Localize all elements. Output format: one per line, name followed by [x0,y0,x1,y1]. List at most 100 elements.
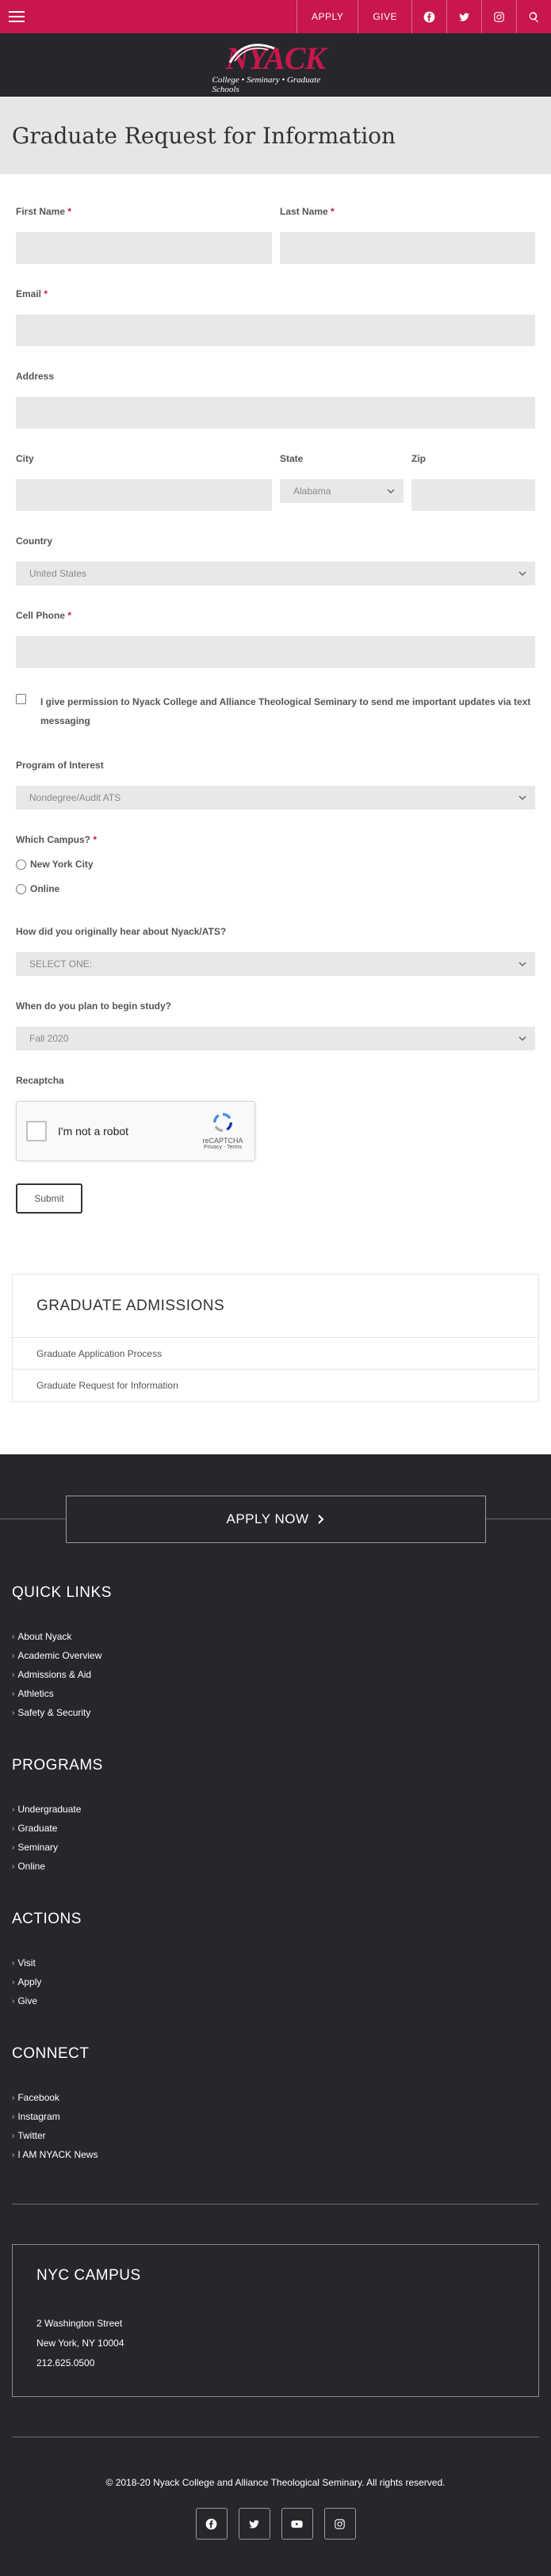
email-label: Email * [16,288,48,299]
city-input[interactable] [16,479,272,511]
campus-phone[interactable]: 212.625.0500 [36,2353,515,2372]
footer-programs: PROGRAMS › Undergraduate › Graduate › Semin… [0,1757,551,1876]
radio-button[interactable] [16,883,26,894]
nyack-logo[interactable]: NYACK College • Seminary • Graduate Scho… [212,37,339,94]
email-input[interactable] [16,314,535,346]
footer-link[interactable]: › Seminary [12,1838,539,1857]
quick-links-title: QUICK LINKS [12,1584,112,1601]
footer-link[interactable]: › Academic Overview [12,1646,539,1665]
begin-select[interactable]: Fall 2020 [16,1027,535,1050]
facebook-icon[interactable] [411,0,446,33]
address-input[interactable] [16,397,535,429]
program-label: Program of Interest [16,760,104,771]
country-value: United States [29,568,87,579]
footer-link[interactable]: › Undergraduate [12,1800,539,1819]
search-icon[interactable] [516,0,551,33]
required-mark: * [331,206,335,217]
sms-consent-checkbox[interactable] [16,694,26,704]
request-form: First Name * Last Name * Email * Address… [0,174,551,1214]
footer-link[interactable]: › Athletics [12,1684,539,1703]
chevron-down-icon [518,1036,526,1042]
country-field-group: Country United States [16,535,535,585]
footer-connect: CONNECT › Facebook › Instagram › Twitter › I… [0,2045,551,2164]
instagram-icon[interactable] [323,2508,356,2540]
footer-link[interactable]: › I AM NYACK News [12,2145,539,2164]
campus-option-label: Online [30,883,60,894]
title-band: Graduate Request for Information [0,97,551,174]
campus-option-online[interactable]: Online [16,881,535,897]
footer-link[interactable]: › Safety & Security [12,1703,539,1722]
copyright-text: © 2018-20 Nyack College and Alliance The… [105,2477,446,2488]
recaptcha-text: I'm not a robot [58,1125,129,1137]
campus-label: Which Campus? * [16,834,98,845]
page-title: Graduate Request for Information [12,122,396,149]
recaptcha-checkbox[interactable] [26,1121,47,1141]
country-select[interactable]: United States [16,562,535,585]
zip-label: Zip [411,453,426,464]
cell-phone-input[interactable] [16,636,535,668]
address-label: Address [16,371,55,382]
footer-link[interactable]: › Twitter [12,2126,539,2145]
hamburger-icon[interactable] [0,0,33,33]
footer-link[interactable]: › Online [12,1857,539,1876]
apply-button[interactable]: APPLY [297,0,358,33]
footer-link[interactable]: › Instagram [12,2107,539,2126]
campus-address-city: New York, NY 10004 [36,2337,124,2349]
footer: APPLY NOW QUICK LINKS › About Nyack › Acad… [0,1454,551,2576]
state-field-group: State Alabama [280,453,404,511]
hear-value: SELECT ONE: [29,958,93,970]
apply-now-button[interactable]: APPLY NOW [65,1496,486,1543]
top-actions: APPLY GIVE [297,0,551,33]
recaptcha-widget: I'm not a robot reCAPTCHA Privacy - Term… [16,1101,255,1161]
first-name-input[interactable] [16,232,272,264]
recaptcha-terms[interactable]: Privacy - Terms [204,1145,242,1150]
hear-label: How did you originally hear about Nyack/… [16,926,227,937]
twitter-icon[interactable] [446,0,481,33]
first-name-field-group: First Name * [16,206,272,264]
footer-link[interactable]: › Visit [12,1953,539,1972]
twitter-icon[interactable] [238,2508,270,2540]
campus-field-group: Which Campus? * New York City Online [16,834,535,897]
graduate-admissions-box: GRADUATE ADMISSIONS Graduate Application… [12,1274,539,1402]
footer-link[interactable]: › Graduate [12,1819,539,1838]
footer-link[interactable]: › Apply [12,1972,539,1991]
submit-button[interactable]: Submit [16,1183,82,1214]
admissions-link-request-info[interactable]: Graduate Request for Information [13,1370,538,1401]
instagram-icon[interactable] [481,0,516,33]
programs-title: PROGRAMS [12,1757,103,1774]
recaptcha-field-group: Recaptcha I'm not a robot reCAPTCHA Priv… [16,1075,535,1161]
state-label: State [280,453,304,464]
program-select[interactable]: Nondegree/Audit ATS [16,786,535,810]
campus-title: NYC CAMPUS [36,2267,141,2284]
recaptcha-label: Recaptcha [16,1075,64,1086]
connect-title: CONNECT [12,2045,90,2062]
facebook-icon[interactable] [195,2508,228,2540]
campus-option-nyc[interactable]: New York City [16,856,535,872]
footer-quick-links: QUICK LINKS › About Nyack › Academic Overv… [0,1584,551,1722]
recaptcha-logo: reCAPTCHA Privacy - Terms [199,1110,247,1150]
hear-select[interactable]: SELECT ONE: [16,952,535,976]
youtube-icon[interactable] [281,2508,313,2540]
state-select[interactable]: Alabama [280,479,404,503]
footer-link[interactable]: › Give [12,1991,539,2010]
give-button[interactable]: GIVE [358,0,411,33]
chevron-down-icon [518,795,526,801]
admissions-link-application-process[interactable]: Graduate Application Process [13,1338,538,1370]
begin-label: When do you plan to begin study? [16,1000,171,1012]
radio-button[interactable] [16,859,26,870]
email-field-group: Email * [16,288,535,346]
state-value: Alabama [293,486,331,497]
apply-now-label: APPLY NOW [226,1511,309,1526]
last-name-input[interactable] [280,232,535,264]
address-field-group: Address [16,371,535,429]
last-name-field-group: Last Name * [280,206,535,264]
footer-link[interactable]: › Admissions & Aid [12,1665,539,1684]
hear-field-group: How did you originally hear about Nyack/… [16,926,535,976]
first-name-label: First Name * [16,206,72,217]
footer-link[interactable]: › Facebook [12,2088,539,2107]
zip-input[interactable] [411,479,535,511]
footer-link[interactable]: › About Nyack [12,1627,539,1646]
begin-field-group: When do you plan to begin study? Fall 20… [16,1000,535,1050]
required-mark: * [67,206,72,217]
chevron-down-icon [518,962,526,967]
